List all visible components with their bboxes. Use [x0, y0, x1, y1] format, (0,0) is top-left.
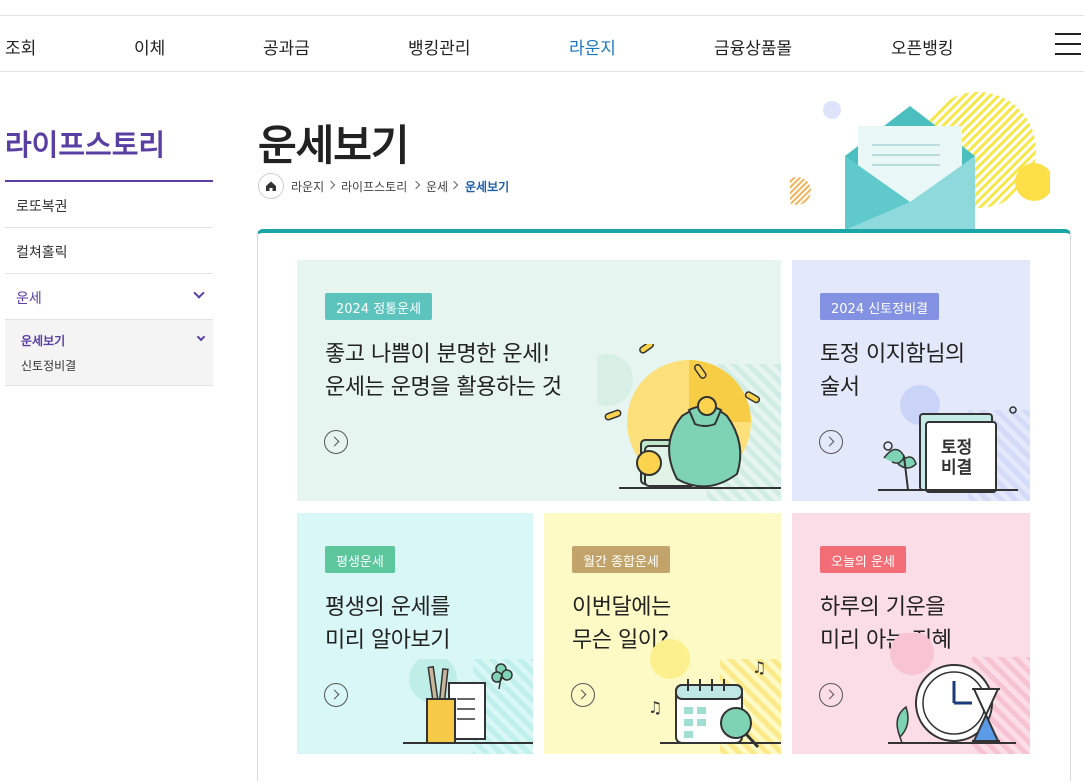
nav-item-open-banking[interactable]: 오픈뱅킹	[891, 34, 954, 59]
nav-item-transfer[interactable]: 이체	[134, 34, 165, 59]
nav-item-inquiry[interactable]: 조회	[5, 34, 36, 59]
breadcrumb-lounge[interactable]: 라운지	[291, 178, 324, 195]
card-badge: 월간 종합운세	[572, 546, 670, 573]
card-badge: 평생운세	[325, 546, 395, 573]
card-description: 평생의 운세를 미리 알아보기	[325, 595, 450, 653]
card-today-fortune[interactable]: 오늘의 운세 하루의 기운을 미리 아는 지혜	[792, 513, 1030, 754]
sidebar-item-fortune[interactable]: 운세	[5, 274, 213, 320]
card-badge: 오늘의 운세	[820, 546, 906, 573]
svg-text:♫: ♫	[752, 658, 766, 677]
sidebar-item-label: 운세	[16, 291, 42, 307]
chevron-down-icon	[193, 287, 205, 299]
hamburger-menu-icon[interactable]	[1055, 33, 1081, 55]
breadcrumb-separator	[411, 180, 421, 190]
card-monthly-fortune[interactable]: 월간 종합운세 이번달에는 무슨 일이? ♫ ♫	[544, 513, 781, 754]
arrow-right-icon[interactable]	[324, 430, 348, 454]
envelope-illustration	[790, 92, 1050, 230]
svg-text:♫: ♫	[648, 698, 662, 717]
nav-item-financial-mall[interactable]: 금융상품몰	[714, 34, 792, 59]
sidebar-item-label: 로또복권	[16, 199, 68, 215]
card-description: 좋고 나쁨이 분명한 운세! 운세는 운명을 활용하는 것	[325, 342, 562, 400]
breadcrumb-life-story[interactable]: 라이프스토리	[341, 178, 407, 195]
page-title: 운세보기	[258, 121, 410, 170]
sidebar-subitem-tojeong[interactable]: 신토정비결	[21, 357, 76, 374]
nav-item-lounge[interactable]: 라운지	[569, 34, 616, 59]
nav-item-utility-bills[interactable]: 공과금	[263, 34, 310, 59]
calendar-icon: ♫ ♫	[648, 639, 781, 754]
sidebar-item-culture-holic[interactable]: 컬쳐홀릭	[5, 228, 213, 274]
sidebar-item-lotto[interactable]: 로또복권	[5, 182, 213, 228]
sidebar-item-label: 컬쳐홀릭	[16, 245, 68, 261]
card-lifetime-fortune[interactable]: 평생운세 평생의 운세를 미리 알아보기	[297, 513, 533, 754]
pencil-cup-icon	[403, 659, 533, 754]
card-badge: 2024 정통운세	[325, 293, 433, 320]
card-tojeong-bigyeol[interactable]: 2024 신토정비결 토정 이지함님의 술서 토정 비결	[792, 260, 1030, 501]
content-panel: 2024 정통운세 좋고 나쁨이 분명한 운세! 운세는 운명을 활용하는 것	[257, 229, 1071, 781]
sidebar-submenu: 운세보기 신토정비결	[5, 320, 213, 386]
nav-item-banking-management[interactable]: 뱅킹관리	[408, 34, 471, 59]
book-title-text: 토정 비결	[941, 438, 973, 478]
sidebar-title: 라이프스토리	[5, 128, 166, 162]
top-navigation: 조회 이체 공과금 뱅킹관리 라운지 금융상품몰 오픈뱅킹	[0, 15, 1084, 72]
chevron-down-icon	[196, 332, 206, 342]
money-bag-icon	[597, 344, 781, 501]
clock-icon	[888, 633, 1030, 754]
card-badge: 2024 신토정비결	[820, 293, 940, 320]
arrow-right-icon[interactable]	[324, 683, 348, 707]
breadcrumb-separator	[449, 180, 459, 190]
arrow-right-icon[interactable]	[819, 430, 843, 454]
breadcrumb-fortune[interactable]: 운세	[426, 178, 448, 195]
card-annual-fortune[interactable]: 2024 정통운세 좋고 나쁨이 분명한 운세! 운세는 운명을 활용하는 것	[297, 260, 781, 501]
breadcrumb-separator	[326, 180, 336, 190]
sidebar-subitem-fortune-view[interactable]: 운세보기	[21, 332, 65, 349]
arrow-right-icon[interactable]	[819, 683, 843, 707]
arrow-right-icon[interactable]	[571, 683, 595, 707]
breadcrumb-current: 운세보기	[465, 180, 510, 194]
home-icon[interactable]	[258, 173, 284, 199]
